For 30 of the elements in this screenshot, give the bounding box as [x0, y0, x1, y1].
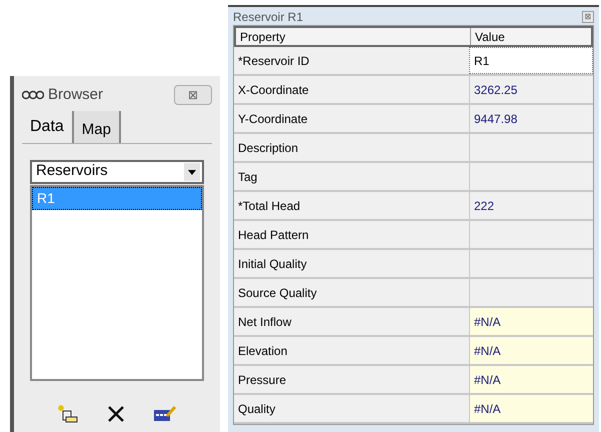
panel-title: Reservoir R1 — [233, 8, 304, 26]
property-name: X-Coordinate — [237, 82, 310, 98]
close-button[interactable]: ⊠ — [174, 85, 212, 106]
column-header: Value — [474, 28, 506, 45]
category-dropdown[interactable]: Reservoirs — [30, 160, 204, 184]
property-name: Head Pattern — [237, 226, 310, 244]
property-value: #N/A — [469, 337, 593, 364]
property-name: Pressure — [237, 372, 288, 388]
dropdown-value: Reservoirs — [36, 161, 108, 182]
property-name: Tag — [237, 168, 258, 186]
property-value: #N/A — [469, 308, 593, 335]
add-object-icon[interactable] — [57, 404, 79, 424]
property-name: *Reservoir ID — [237, 52, 310, 70]
delete-icon[interactable] — [107, 405, 125, 424]
panel-title: Browser — [48, 85, 104, 105]
column-header: Property — [236, 28, 471, 45]
property-name: Y-Coordinate — [237, 110, 309, 128]
edit-icon[interactable] — [153, 405, 177, 424]
property-value: #N/A — [469, 366, 593, 393]
property-name: *Total Head — [237, 198, 302, 214]
property-value[interactable]: R1 — [469, 47, 593, 74]
property-name: Quality — [237, 400, 276, 418]
property-value: #N/A — [469, 395, 593, 422]
close-button[interactable]: ⊠ — [582, 10, 594, 22]
property-name: Source Quality — [237, 284, 318, 302]
property-name: Net Inflow — [237, 314, 292, 330]
property-name: Elevation — [237, 342, 288, 360]
property-name: Description — [237, 140, 300, 156]
tab[interactable]: Map — [74, 110, 121, 142]
property-name: Initial Quality — [237, 256, 308, 272]
